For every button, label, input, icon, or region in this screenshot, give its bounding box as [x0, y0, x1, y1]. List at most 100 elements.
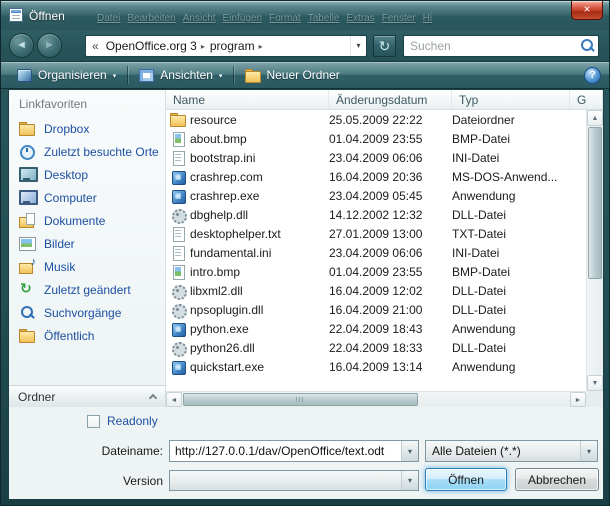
file-row[interactable]: fundamental.ini 23.04.2009 06:06 INI-Dat… — [166, 243, 586, 262]
image-file-icon — [170, 132, 186, 146]
back-button[interactable]: ◄ — [9, 33, 34, 58]
filename-label: Dateiname: — [61, 444, 163, 458]
sidebar-item-dropbox[interactable]: Dropbox — [9, 117, 165, 140]
file-row[interactable]: quickstart.exe 16.04.2009 13:14 Anwendun… — [166, 357, 586, 376]
views-button[interactable]: Ansichten ▾ — [131, 64, 230, 86]
chevron-down-icon: ▾ — [219, 70, 223, 80]
scroll-up-button[interactable]: ▲ — [587, 110, 603, 126]
navigation-bar: ◄ ► « OpenOffice.org 3 ▸ program ▸ ▾ ↻ — [1, 30, 609, 61]
text-file-icon — [170, 246, 186, 260]
organize-button[interactable]: Organisieren ▾ — [9, 64, 124, 86]
file-row[interactable]: crashrep.exe 23.04.2009 05:45 Anwendung — [166, 186, 586, 205]
file-row[interactable]: resource 25.05.2009 22:22 Dateiordner — [166, 110, 586, 129]
new-folder-button[interactable]: Neuer Ordner — [237, 64, 347, 86]
column-header-name[interactable]: Name — [166, 90, 329, 109]
application-icon — [170, 170, 186, 184]
column-header-size[interactable]: G — [570, 90, 603, 109]
application-icon — [170, 189, 186, 203]
file-row[interactable]: intro.bmp 01.04.2009 23:55 BMP-Datei — [166, 262, 586, 281]
back-arrow-icon: ◄ — [16, 39, 27, 51]
file-row[interactable]: crashrep.com 16.04.2009 20:36 MS-DOS-Anw… — [166, 167, 586, 186]
column-header-type[interactable]: Typ — [452, 90, 570, 109]
recent-places-icon — [19, 144, 36, 159]
sidebar-item-searches[interactable]: Suchvorgänge — [9, 301, 165, 324]
pictures-icon — [19, 236, 36, 251]
sidebar-item-recently-changed[interactable]: Zuletzt geändert — [9, 278, 165, 301]
dialog-body: Linkfavoriten Dropbox Zuletzt besuchte O… — [8, 89, 604, 500]
breadcrumb-collapse-icon[interactable]: « — [92, 39, 102, 53]
titlebar: Öffnen DateiBearbeitenAnsichtEinfügenFor… — [1, 1, 609, 30]
text-file-icon — [170, 151, 186, 165]
sidebar-item-documents[interactable]: Dokumente — [9, 209, 165, 232]
sidebar-item-desktop[interactable]: Desktop — [9, 163, 165, 186]
file-rows: resource 25.05.2009 22:22 Dateiordner ab… — [166, 110, 586, 391]
favorites-sidebar: Linkfavoriten Dropbox Zuletzt besuchte O… — [9, 90, 166, 407]
breadcrumb-separator-icon[interactable]: ▸ — [259, 42, 264, 51]
forward-button[interactable]: ► — [37, 33, 62, 58]
cancel-button[interactable]: Abbrechen — [515, 468, 599, 491]
sidebar-item-pictures[interactable]: Bilder — [9, 232, 165, 255]
folders-expander[interactable]: Ordner — [9, 385, 165, 407]
filetype-dropdown-button[interactable]: ▾ — [580, 441, 597, 461]
public-folder-icon — [19, 328, 36, 343]
dll-file-icon — [170, 284, 186, 298]
file-row[interactable]: about.bmp 01.04.2009 23:55 BMP-Datei — [166, 129, 586, 148]
sidebar-item-music[interactable]: Musik — [9, 255, 165, 278]
sidebar-item-computer[interactable]: Computer — [9, 186, 165, 209]
application-icon — [170, 360, 186, 374]
column-header-date-modified[interactable]: Änderungsdatum — [329, 90, 452, 109]
scroll-left-button[interactable]: ◄ — [166, 392, 182, 407]
new-folder-icon — [245, 69, 260, 82]
breadcrumb-item[interactable]: OpenOffice.org 3 — [102, 39, 201, 53]
file-row[interactable]: bootstrap.ini 23.04.2009 06:06 INI-Datei — [166, 148, 586, 167]
refresh-button[interactable]: ↻ — [373, 35, 396, 57]
file-row[interactable]: python.exe 22.04.2009 18:43 Anwendung — [166, 319, 586, 338]
breadcrumb-item[interactable]: program — [206, 39, 259, 53]
file-row[interactable]: libxml2.dll 16.04.2009 12:02 DLL-Datei — [166, 281, 586, 300]
help-button[interactable]: ? — [584, 67, 601, 84]
version-combo[interactable]: ▾ — [169, 470, 419, 491]
dialog-icon — [9, 8, 23, 22]
readonly-label: Readonly — [107, 414, 158, 428]
horizontal-scrollbar[interactable]: ◄ ► — [166, 391, 586, 407]
address-dropdown-icon[interactable]: ▾ — [350, 36, 366, 56]
file-row[interactable]: npsoplugin.dll 16.04.2009 21:00 DLL-Date… — [166, 300, 586, 319]
vertical-scroll-thumb[interactable] — [588, 127, 602, 279]
dll-file-icon — [170, 208, 186, 222]
version-dropdown-button[interactable]: ▾ — [401, 471, 418, 490]
file-row[interactable]: desktophelper.txt 27.01.2009 13:00 TXT-D… — [166, 224, 586, 243]
organize-icon — [17, 69, 32, 82]
close-button[interactable]: × — [571, 1, 603, 20]
chevron-down-icon: ▾ — [408, 476, 412, 485]
scroll-right-button[interactable]: ► — [570, 392, 586, 407]
scroll-down-button[interactable]: ▼ — [587, 375, 603, 391]
filename-dropdown-button[interactable]: ▾ — [401, 441, 418, 461]
version-label: Version — [61, 474, 163, 488]
favorites-header: Linkfavoriten — [9, 90, 165, 117]
forward-arrow-icon: ► — [44, 39, 55, 51]
search-input[interactable] — [404, 39, 578, 53]
sidebar-item-recent-places[interactable]: Zuletzt besuchte Orte — [9, 140, 165, 163]
horizontal-scroll-thumb[interactable] — [183, 393, 418, 406]
filename-input[interactable] — [170, 441, 401, 461]
breadcrumb[interactable]: « OpenOffice.org 3 ▸ program ▸ ▾ — [85, 35, 367, 57]
help-icon: ? — [589, 69, 596, 81]
vertical-scrollbar[interactable]: ▲ ▼ — [586, 110, 603, 391]
command-toolbar: Organisieren ▾ Ansichten ▾ Neuer Ordner … — [1, 61, 609, 89]
recently-changed-icon — [19, 282, 36, 297]
open-button[interactable]: Öffnen — [425, 468, 507, 491]
refresh-icon: ↻ — [379, 38, 391, 54]
file-row[interactable]: python26.dll 22.04.2009 18:33 DLL-Datei — [166, 338, 586, 357]
readonly-checkbox[interactable] — [87, 415, 100, 428]
readonly-checkbox-row[interactable]: Readonly — [87, 414, 158, 428]
chevron-down-icon: ▾ — [408, 447, 412, 456]
desktop-icon — [19, 167, 36, 182]
sidebar-item-public[interactable]: Öffentlich — [9, 324, 165, 347]
file-row[interactable]: dbghelp.dll 14.12.2002 12:32 DLL-Datei — [166, 205, 586, 224]
filetype-combo[interactable]: Alle Dateien (*.*) ▾ — [425, 440, 598, 462]
music-folder-icon — [19, 259, 36, 274]
text-file-icon — [170, 227, 186, 241]
search-box — [403, 35, 599, 57]
application-icon — [170, 322, 186, 336]
searches-icon — [19, 305, 36, 320]
